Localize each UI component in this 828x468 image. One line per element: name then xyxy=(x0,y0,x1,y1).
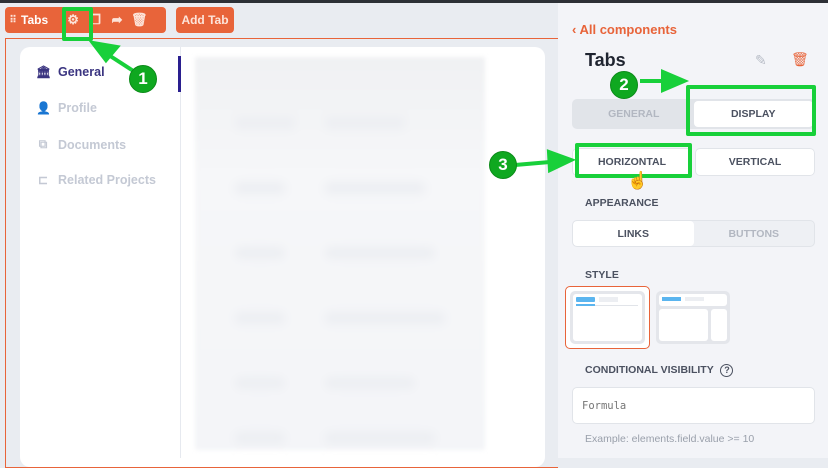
annotation-number-3: 3 xyxy=(489,151,517,179)
annotation-number-1: 1 xyxy=(129,65,157,93)
arrowhead-2 xyxy=(661,68,690,94)
annotation-arrows xyxy=(88,40,690,174)
arrowhead-3 xyxy=(546,149,577,174)
annotation-number-2: 2 xyxy=(610,71,638,99)
arrow-3 xyxy=(514,160,551,167)
hand-cursor-icon: ☝ xyxy=(627,171,649,190)
